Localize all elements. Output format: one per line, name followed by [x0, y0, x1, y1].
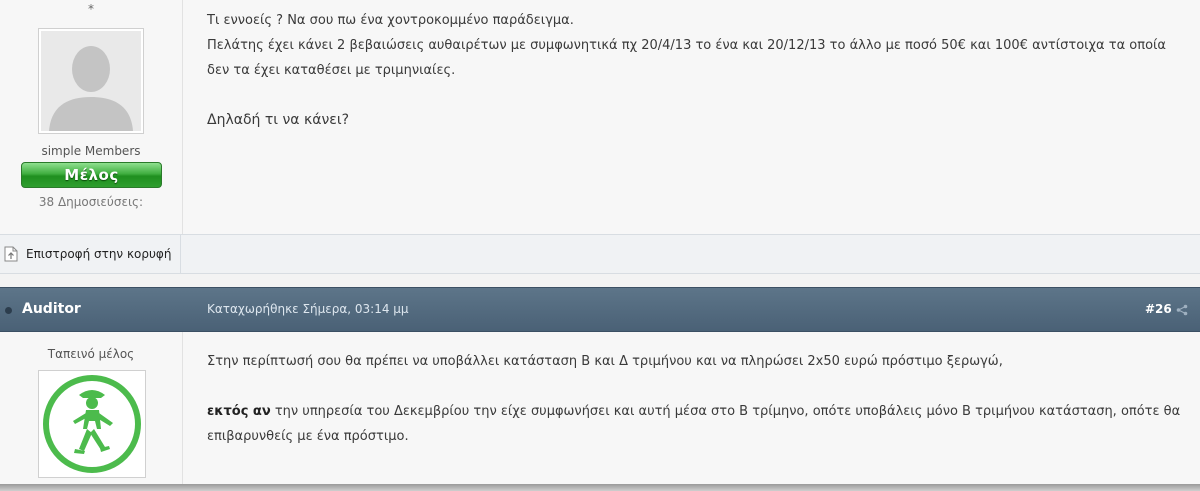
post-footer-bar: Επιστροφή στην κορυφή [0, 234, 1200, 274]
message-line: Τι εννοείς ? Να σου πω ένα χοντροκομμένο… [207, 13, 574, 28]
post-1: * simple Members Μέλος 38 Δημοσιεύσεις: … [0, 0, 1200, 234]
post-2-message: Στην περίπτωσή σου θα πρέπει να υποβάλλε… [207, 349, 1182, 449]
post-date: Καταχωρήθηκε Σήμερα, 03:14 μμ [207, 302, 409, 316]
emphasis-text: εκτός αν [207, 404, 271, 419]
offline-status-dot [5, 307, 12, 314]
rank-badge: Μέλος [21, 162, 162, 188]
message-line: Στην περίπτωσή σου θα πρέπει να υποβάλλε… [207, 354, 1003, 369]
post-count: 38 Δημοσιεύσεις: [38, 195, 144, 209]
online-marker: * [88, 2, 94, 16]
post-1-message: Τι εννοείς ? Να σου πω ένα χοντροκομμένο… [207, 8, 1182, 133]
back-to-top-label: Επιστροφή στην κορυφή [26, 247, 172, 261]
post-2-author-info: Ταπεινό μέλος [0, 332, 183, 484]
message-line: δεν τα έχει καταθέσει με τριμηνιαίες. [207, 63, 456, 78]
post-2-header: Auditor Καταχωρήθηκε Σήμερα, 03:14 μμ #2… [0, 287, 1200, 332]
window-bottom-edge [0, 484, 1200, 491]
post-1-author-info: * simple Members Μέλος 38 Δημοσιεύσεις: [0, 0, 183, 234]
default-avatar-icon [41, 31, 141, 131]
message-text: την υπηρεσία του Δεκεμβρίου την είχε συμ… [270, 404, 1181, 419]
walking-man-avatar-icon [43, 375, 141, 473]
message-line: εκτός αν την υπηρεσία του Δεκεμβρίου την… [207, 399, 1182, 424]
user-title: simple Members [41, 144, 141, 158]
user-avatar[interactable] [38, 370, 146, 478]
page-icon [4, 246, 18, 262]
user-title: Ταπεινό μέλος [47, 347, 135, 361]
message-question: Δηλαδή τι να κάνει? [207, 112, 350, 128]
post-2: Ταπεινό μέλος Στην περίπτωσή σου θα πρέπ… [0, 332, 1200, 484]
author-name-link[interactable]: Auditor [22, 301, 81, 317]
share-icon[interactable] [1176, 304, 1188, 316]
post-number-link[interactable]: #26 [1145, 302, 1172, 316]
avatar-placeholder[interactable] [38, 28, 144, 134]
message-line: Πελάτης έχει κάνει 2 βεβαιώσεις αυθαιρέτ… [207, 38, 1166, 53]
message-line: επιβαρυνθείς με ένα πρόστιμο. [207, 429, 409, 444]
back-to-top-button[interactable]: Επιστροφή στην κορυφή [0, 235, 181, 273]
